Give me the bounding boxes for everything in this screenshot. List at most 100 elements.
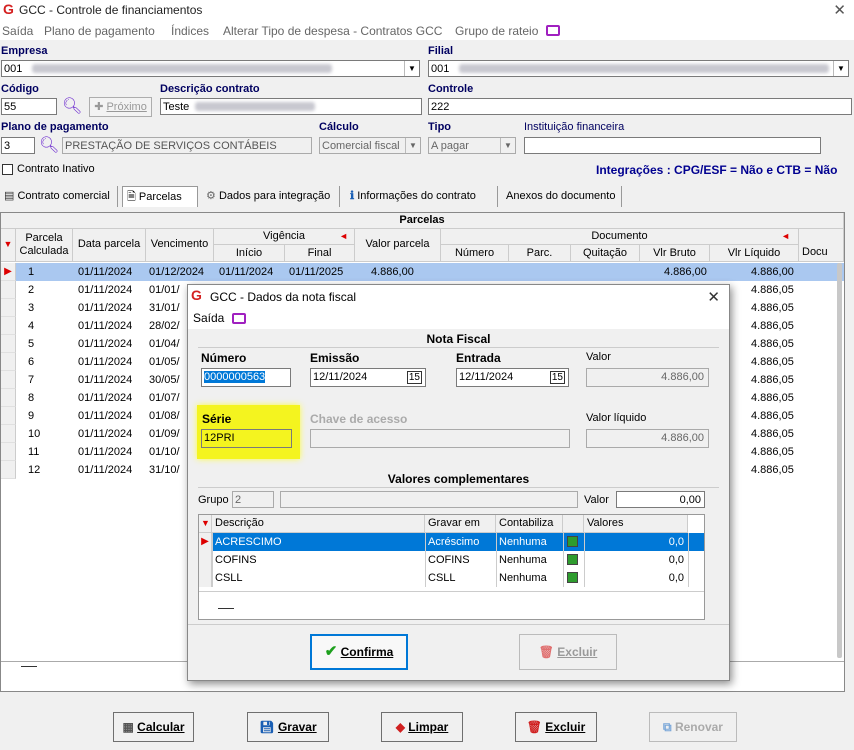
- cell-valor: 0,0: [668, 572, 684, 584]
- col-valor[interactable]: Valor parcela: [355, 229, 441, 262]
- col-parc[interactable]: Parc.: [509, 245, 571, 262]
- chevron-down-icon[interactable]: ▼: [404, 61, 419, 76]
- table-row[interactable]: ▶ 1 01/11/2024 01/12/2024 01/11/2024 01/11/20…: [1, 263, 844, 281]
- contabiliza-checkbox[interactable]: [567, 572, 578, 583]
- limpar-button[interactable]: ◆ Limpar: [381, 712, 463, 742]
- menu-alterar-tipo[interactable]: Alterar Tipo de despesa - Contratos GCC: [223, 24, 442, 38]
- col-documento[interactable]: Documento ◄: [441, 229, 799, 245]
- collapse-arrow-icon[interactable]: ◄: [781, 229, 790, 244]
- calendar-icon[interactable]: 15: [549, 371, 565, 384]
- serie-label: Série: [202, 412, 232, 426]
- tab-contrato-comercial[interactable]: ▤ Contrato comercial: [0, 186, 118, 207]
- divider: [188, 624, 729, 625]
- col-gravar[interactable]: Gravar em: [425, 515, 496, 533]
- col-contabiliza[interactable]: Contabiliza: [496, 515, 563, 533]
- list-item[interactable]: COFINS COFINS Nenhuma 0,0: [199, 551, 704, 569]
- row-indicator: [199, 551, 212, 569]
- close-icon[interactable]: ✕: [707, 288, 720, 306]
- col-venc[interactable]: Vencimento: [146, 229, 214, 262]
- tab-dados-integracao[interactable]: ⚙ Dados para integração: [202, 186, 340, 207]
- col-numero[interactable]: Número: [441, 245, 509, 262]
- contabiliza-checkbox[interactable]: [567, 536, 578, 547]
- menu-saida[interactable]: Saída: [193, 311, 224, 325]
- chave-input: [310, 429, 570, 448]
- entrada-input[interactable]: 12/11/2024 15: [456, 368, 569, 387]
- cell-divider: [212, 533, 213, 551]
- scrollbar[interactable]: [837, 263, 842, 658]
- chevron-down-icon[interactable]: ▼: [500, 138, 515, 153]
- chevron-down-icon[interactable]: ▼: [405, 138, 420, 153]
- grupo-description: [280, 491, 578, 508]
- calcular-button[interactable]: ▦ Calcular: [113, 712, 194, 742]
- cell-liquido: 4.886,05: [751, 356, 794, 368]
- proximo-button[interactable]: ✚ Próximo: [89, 97, 152, 117]
- col-liquido[interactable]: Vlr Líquido: [710, 245, 799, 262]
- excluir-dialog-button[interactable]: 🗑 Excluir: [519, 634, 617, 670]
- tipo-select[interactable]: A pagar ▼: [428, 137, 516, 154]
- limpar-label: Limpar: [408, 720, 449, 734]
- menu-saida[interactable]: Saída: [2, 24, 33, 38]
- tab-anexos[interactable]: Anexos do documento: [502, 186, 622, 207]
- col-inicio[interactable]: Início: [214, 245, 285, 262]
- search-icon[interactable]: 🔍︎: [62, 96, 82, 116]
- info-icon: ℹ: [350, 190, 355, 202]
- renew-icon: ⧉: [663, 720, 672, 734]
- cell-n: 4: [28, 320, 35, 332]
- tab-informacoes[interactable]: ℹ Informações do contrato: [346, 186, 498, 207]
- col-parcela[interactable]: Parcela Calculada: [16, 229, 73, 262]
- emissao-input[interactable]: 12/11/2024 15: [310, 368, 426, 387]
- list-item[interactable]: CSLL CSLL Nenhuma 0,0: [199, 569, 704, 587]
- instituicao-input[interactable]: [524, 137, 821, 154]
- serie-input[interactable]: 12PRI: [201, 429, 292, 448]
- cell-divider: [496, 533, 497, 551]
- valor-comp-input[interactable]: 0,00: [616, 491, 705, 508]
- cell-data: 01/11/2024: [78, 428, 133, 440]
- descricao-input[interactable]: Teste: [160, 98, 422, 115]
- nota-fiscal-heading: Nota Fiscal: [198, 332, 719, 348]
- dialog-titlebar: G GCC - Dados da nota fiscal ✕: [188, 285, 729, 307]
- col-descricao[interactable]: Descrição: [212, 515, 425, 533]
- gravar-button[interactable]: 💾︎ Gravar: [247, 712, 329, 742]
- col-bruto[interactable]: Vlr Bruto: [640, 245, 710, 262]
- row-indicator: [1, 425, 16, 443]
- instituicao-label: Instituição financeira: [524, 121, 625, 133]
- renovar-button[interactable]: ⧉ Renovar: [649, 712, 737, 742]
- tab-label: Dados para integração: [218, 190, 331, 202]
- col-quitacao[interactable]: Quitação: [571, 245, 640, 262]
- calculo-select[interactable]: Comercial fiscal ▼: [319, 137, 421, 154]
- col-docu[interactable]: Docu: [799, 229, 844, 262]
- cell-venc: 01/05/: [149, 356, 180, 368]
- cell-data: 01/11/2024: [78, 446, 133, 458]
- close-icon[interactable]: ✕: [833, 1, 846, 19]
- col-data[interactable]: Data parcela: [73, 229, 146, 262]
- controle-input[interactable]: 222: [428, 98, 852, 115]
- search-icon[interactable]: 🔍︎: [39, 135, 59, 155]
- list-item[interactable]: ▶ ACRESCIMO Acréscimo Nenhuma 0,0: [199, 533, 704, 551]
- contabiliza-checkbox[interactable]: [567, 554, 578, 565]
- confirma-button[interactable]: ✔ Confirma: [310, 634, 408, 670]
- empresa-select[interactable]: 001 ▼: [1, 60, 420, 77]
- tab-parcelas[interactable]: 🗎 Parcelas: [122, 186, 198, 207]
- codigo-input[interactable]: 55: [1, 98, 57, 115]
- excluir-button[interactable]: 🗑 Excluir: [515, 712, 597, 742]
- menu-indices[interactable]: Índices: [171, 24, 209, 38]
- calendar-icon[interactable]: 15: [406, 371, 422, 384]
- col-check[interactable]: [563, 515, 584, 533]
- inativo-checkbox[interactable]: [2, 164, 13, 175]
- filial-select[interactable]: 001 ▼: [428, 60, 849, 77]
- sort-arrow-icon[interactable]: ▼: [199, 515, 212, 533]
- sort-arrow-icon[interactable]: ▼: [1, 229, 16, 262]
- menu-plano[interactable]: Plano de pagamento: [44, 24, 155, 38]
- menu-grupo-rateio[interactable]: Grupo de rateio: [455, 24, 538, 38]
- collapse-arrow-icon[interactable]: ◄: [339, 229, 348, 244]
- monitor-icon[interactable]: [232, 313, 246, 324]
- excluir-label: Excluir: [557, 645, 598, 659]
- col-vigencia[interactable]: Vigência ◄: [214, 229, 355, 245]
- col-final[interactable]: Final: [285, 245, 355, 262]
- col-valores[interactable]: Valores: [584, 515, 688, 533]
- plano-code-input[interactable]: 3: [1, 137, 35, 154]
- inativo-label: Contrato Inativo: [17, 163, 95, 175]
- chevron-down-icon[interactable]: ▼: [833, 61, 848, 76]
- monitor-icon[interactable]: [546, 25, 560, 36]
- numero-input[interactable]: 0000000563: [201, 368, 291, 387]
